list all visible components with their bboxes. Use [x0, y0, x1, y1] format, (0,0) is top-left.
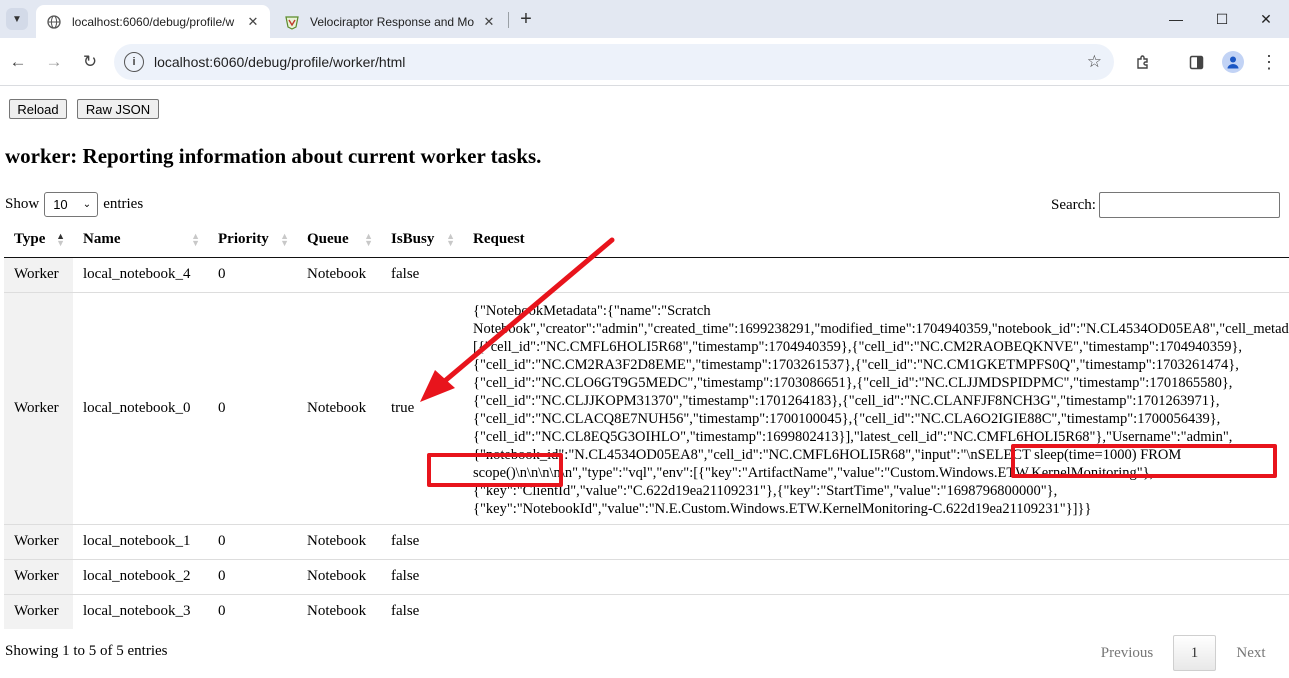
kebab-menu-icon[interactable]: ⋮ [1257, 50, 1281, 74]
reload-button[interactable]: Reload [9, 99, 67, 119]
cell-priority: 0 [208, 593, 297, 629]
page-content: Reload Raw JSON worker: Reporting inform… [0, 86, 1289, 678]
cell-queue: Notebook [297, 523, 381, 559]
annotation-box-scope [427, 453, 563, 487]
cell-priority: 0 [208, 523, 297, 559]
tab-title: localhost:6060/debug/profile/w [72, 14, 235, 29]
cell-name: local_notebook_4 [73, 256, 208, 292]
close-window-icon[interactable]: ✕ [1245, 6, 1287, 32]
tab-title: Velociraptor Response and Mon [310, 14, 474, 29]
reload-icon[interactable]: ↻ [78, 50, 102, 74]
cell-queue: Notebook [297, 291, 381, 524]
profile-icon[interactable] [1222, 51, 1244, 73]
velociraptor-icon [284, 14, 300, 30]
tab-velociraptor[interactable]: Velociraptor Response and Mon ✕ [274, 5, 506, 38]
column-header-priority[interactable]: Priority ▲ ▼ [208, 223, 297, 258]
star-icon[interactable]: ☆ [1087, 52, 1102, 72]
page-title: worker: Reporting information about curr… [5, 144, 542, 168]
cell-type: Worker [4, 291, 73, 524]
tab-strip: ▼ localhost:6060/debug/profile/w ✕ Veloc… [0, 0, 1289, 38]
sort-icon: ▲ ▼ [364, 231, 373, 248]
forward-icon[interactable]: → [42, 50, 66, 74]
cell-isbusy: true [381, 291, 463, 524]
search-label: Search: [1051, 196, 1096, 213]
cell-request: {"NotebookMetadata":{"name":"Scratch Not… [463, 291, 1289, 524]
table-row: Worker local_notebook_3 0 Notebook false [4, 593, 1289, 629]
cell-isbusy: false [381, 256, 463, 292]
cell-name: local_notebook_0 [73, 291, 208, 524]
minimize-icon[interactable]: — [1153, 6, 1199, 32]
cell-priority: 0 [208, 256, 297, 292]
side-panel-icon[interactable] [1184, 50, 1208, 74]
table-header-row: Type ▲ ▼ Name ▲ ▼ Priority ▲ ▼ Queue ▲ ▼ IsBusy ▲… [4, 223, 1289, 258]
column-header-type[interactable]: Type ▲ ▼ [4, 223, 73, 258]
plus-icon[interactable]: + [514, 8, 538, 30]
column-header-request[interactable]: Request [463, 223, 1289, 258]
close-icon[interactable]: ✕ [244, 13, 262, 31]
address-bar[interactable]: i localhost:6060/debug/profile/worker/ht… [114, 44, 1114, 80]
cell-request [463, 256, 1289, 292]
show-label: Show [5, 196, 40, 212]
annotation-box-select [1011, 444, 1277, 478]
globe-icon [46, 14, 62, 30]
table-info: Showing 1 to 5 of 5 entries [5, 643, 168, 659]
column-header-name[interactable]: Name ▲ ▼ [73, 223, 208, 258]
table-row: Worker local_notebook_0 0 Notebook true … [4, 291, 1289, 524]
entries-select[interactable]: 10 ⌄ [44, 192, 99, 217]
search-input[interactable] [1098, 192, 1280, 218]
cell-queue: Notebook [297, 593, 381, 629]
raw-json-button[interactable]: Raw JSON [77, 99, 159, 119]
entries-label: entries [103, 196, 144, 212]
cell-queue: Notebook [297, 558, 381, 594]
column-header-queue[interactable]: Queue ▲ ▼ [297, 223, 381, 258]
sort-icon: ▲ ▼ [446, 231, 455, 248]
cell-type: Worker [4, 256, 73, 292]
cell-request [463, 593, 1289, 629]
cell-name: local_notebook_2 [73, 558, 208, 594]
cell-request [463, 523, 1289, 559]
cell-name: local_notebook_3 [73, 593, 208, 629]
workers-table: Type ▲ ▼ Name ▲ ▼ Priority ▲ ▼ Queue ▲ ▼ IsBusy ▲… [4, 223, 1289, 629]
tab-localhost[interactable]: localhost:6060/debug/profile/w ✕ [36, 5, 270, 38]
cell-priority: 0 [208, 558, 297, 594]
pager-page-1[interactable]: 1 [1173, 635, 1216, 671]
entries-length-control: Show 10 ⌄ entries [5, 192, 143, 217]
cell-type: Worker [4, 593, 73, 629]
cell-request [463, 558, 1289, 594]
cell-isbusy: false [381, 558, 463, 594]
extensions-icon[interactable] [1131, 50, 1155, 74]
browser-toolbar: ← → ↻ i localhost:6060/debug/profile/wor… [0, 38, 1289, 86]
sort-icon: ▲ ▼ [191, 231, 200, 248]
cell-queue: Notebook [297, 256, 381, 292]
sort-asc-icon: ▲ ▼ [56, 231, 65, 248]
search-control: Search: [1051, 192, 1280, 218]
entries-select-value: 10 [53, 197, 68, 212]
table-row: Worker local_notebook_4 0 Notebook false [4, 256, 1289, 292]
back-icon[interactable]: ← [6, 50, 30, 74]
column-header-isbusy[interactable]: IsBusy ▲ ▼ [381, 223, 463, 258]
close-icon[interactable]: ✕ [480, 13, 498, 31]
cell-name: local_notebook_1 [73, 523, 208, 559]
cell-isbusy: false [381, 593, 463, 629]
cell-isbusy: false [381, 523, 463, 559]
cell-priority: 0 [208, 291, 297, 524]
url-text: localhost:6060/debug/profile/worker/html [154, 54, 406, 70]
cell-type: Worker [4, 558, 73, 594]
tab-separator [508, 12, 509, 28]
maximize-icon[interactable]: ☐ [1199, 6, 1245, 32]
pager-previous[interactable]: Previous [1088, 635, 1166, 671]
request-json-text: {"NotebookMetadata":{"name":"Scratch Not… [473, 303, 1289, 517]
chevron-down-icon: ⌄ [82, 199, 92, 210]
table-row: Worker local_notebook_1 0 Notebook false [4, 523, 1289, 559]
tab-search-icon[interactable]: ▼ [6, 8, 28, 30]
site-info-icon[interactable]: i [124, 52, 144, 72]
pager-next[interactable]: Next [1222, 635, 1280, 671]
sort-icon: ▲ ▼ [280, 231, 289, 248]
table-row: Worker local_notebook_2 0 Notebook false [4, 558, 1289, 594]
cell-type: Worker [4, 523, 73, 559]
